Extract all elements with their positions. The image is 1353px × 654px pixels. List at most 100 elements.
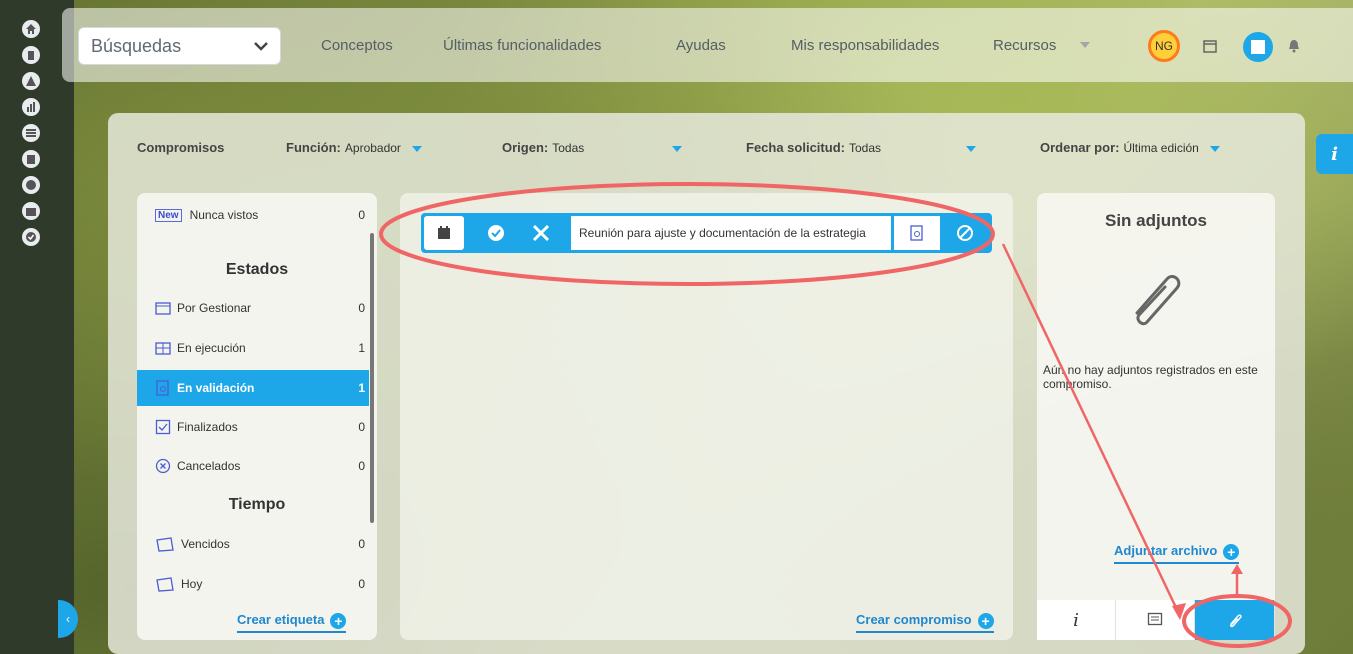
sidebar-item-label: Vencidos — [181, 537, 230, 551]
ordenar-value: Última edición — [1123, 141, 1199, 155]
calendar-icon[interactable] — [424, 216, 464, 250]
sidebar-item-count: 0 — [358, 577, 365, 591]
sidebar-item-label: Nunca vistos — [189, 208, 259, 222]
fecha-filter[interactable]: Fecha solicitud: Todas — [746, 140, 881, 155]
calendar-icon[interactable] — [1203, 39, 1217, 53]
avatar[interactable]: NG — [1148, 30, 1180, 62]
sidebar-item-finalizados[interactable]: Finalizados 0 — [155, 417, 365, 437]
commitments-list — [400, 193, 1013, 640]
sidebar-item-label: En validación — [177, 381, 255, 395]
caret-down-icon — [1209, 145, 1220, 152]
ordenar-filter[interactable]: Ordenar por: Última edición — [1040, 140, 1220, 155]
caret-down-icon — [411, 145, 422, 152]
pyramid-icon[interactable] — [22, 72, 40, 90]
paperclip-icon — [1229, 614, 1242, 628]
sidebar-item-nunca-vistos[interactable]: New Nunca vistos 0 — [155, 205, 365, 225]
map-icon[interactable] — [1242, 31, 1274, 63]
filters-sidebar: New Nunca vistos 0 Estados Por Gestionar… — [137, 193, 377, 640]
sidebar-item-count: 1 — [358, 341, 365, 355]
new-badge: New — [155, 208, 182, 222]
document-search-icon — [155, 380, 171, 396]
plus-icon: + — [1223, 543, 1240, 560]
sidebar-item-count: 1 — [358, 381, 365, 395]
calendar-grid-icon — [155, 340, 171, 356]
chart-icon[interactable] — [22, 98, 40, 116]
nav-recursos[interactable]: Recursos — [993, 37, 1056, 54]
nav-conceptos[interactable]: Conceptos — [321, 37, 393, 54]
task-title[interactable]: Reunión para ajuste y documentación de l… — [571, 216, 891, 250]
info-icon: i — [1073, 609, 1079, 631]
caret-down-icon[interactable] — [966, 146, 976, 152]
plus-icon: + — [977, 612, 994, 629]
paperclip-icon — [1135, 274, 1181, 326]
tab-info[interactable]: i — [1037, 600, 1116, 640]
nav-ayudas[interactable]: Ayudas — [676, 37, 726, 54]
sidebar-item-hoy[interactable]: Hoy 0 — [155, 574, 365, 594]
caret-down-icon[interactable] — [672, 146, 682, 152]
check-icon[interactable] — [22, 228, 40, 246]
crear-etiqueta-label: Crear etiqueta — [237, 612, 325, 627]
attachments-title: Sin adjuntos — [1105, 211, 1207, 230]
sidebar-item-label: En ejecución — [177, 341, 246, 355]
calendar-page-icon — [155, 576, 175, 592]
sidebar-item-count: 0 — [358, 459, 365, 473]
cancel-circle-icon — [155, 458, 171, 474]
sidebar-item-count: 0 — [358, 420, 365, 434]
bell-icon[interactable] — [1288, 39, 1300, 53]
clock-icon[interactable] — [22, 176, 40, 194]
sidebar-item-por-gestionar[interactable]: Por Gestionar 0 — [155, 298, 365, 318]
sidebar-item-label: Cancelados — [177, 459, 241, 473]
info-tab[interactable]: i — [1316, 134, 1353, 174]
funcion-value: Aprobador — [344, 141, 401, 155]
reject-x-icon[interactable] — [521, 216, 561, 250]
sidebar-item-count: 0 — [358, 208, 365, 222]
tab-attachments[interactable] — [1195, 600, 1275, 640]
collapse-sidebar-button[interactable]: ‹ — [58, 600, 78, 638]
calendar-icon[interactable] — [22, 202, 40, 220]
estados-heading: Estados — [225, 261, 289, 278]
chevron-down-icon — [254, 42, 268, 51]
nav-ultimas-funcionalidades[interactable]: Últimas funcionalidades — [443, 37, 601, 54]
sidebar-item-vencidos[interactable]: Vencidos 0 — [155, 534, 365, 554]
sidebar-scrollbar[interactable] — [370, 233, 374, 523]
left-rail — [0, 0, 74, 654]
calendar-page-icon — [155, 536, 175, 552]
attachments-empty-text: Aún no hay adjuntos registrados en este … — [1043, 363, 1258, 391]
document-search-icon[interactable] — [894, 216, 940, 250]
origen-value: Todas — [552, 141, 585, 155]
tiempo-heading: Tiempo — [228, 496, 286, 513]
process-icon[interactable] — [22, 124, 40, 142]
right-panel-tabs: i — [1037, 600, 1275, 640]
section-title: Compromisos — [137, 140, 225, 155]
tab-comments[interactable] — [1116, 600, 1195, 640]
fecha-value: Todas — [848, 141, 881, 155]
plus-icon: + — [330, 612, 347, 629]
tower-icon[interactable] — [22, 46, 40, 64]
documents-icon[interactable] — [22, 150, 40, 168]
attachments-panel: Sin adjuntos Aún no hay adjuntos registr… — [1037, 193, 1275, 640]
sidebar-item-en-ejecucion[interactable]: En ejecución 1 — [155, 338, 365, 358]
crear-etiqueta-button[interactable]: Crear etiqueta + — [237, 612, 347, 633]
origen-filter[interactable]: Origen: Todas — [502, 140, 584, 155]
task-row[interactable]: Reunión para ajuste y documentación de l… — [421, 213, 992, 253]
adjuntar-archivo-button[interactable]: Adjuntar archivo + — [1114, 543, 1240, 564]
sidebar-item-cancelados[interactable]: Cancelados 0 — [155, 456, 365, 476]
crear-compromiso-button[interactable]: Crear compromiso + — [856, 612, 994, 633]
funcion-filter[interactable]: Función: Aprobador — [286, 140, 422, 155]
sidebar-item-label: Finalizados — [177, 420, 238, 434]
nav-mis-responsabilidades[interactable]: Mis responsabilidades — [791, 37, 939, 54]
sidebar-item-count: 0 — [358, 301, 365, 315]
adjuntar-archivo-label: Adjuntar archivo — [1114, 543, 1218, 558]
search-select[interactable]: Búsquedas — [78, 27, 281, 65]
sidebar-item-en-validacion[interactable]: En validación 1 — [155, 378, 365, 398]
sidebar-item-label: Hoy — [181, 577, 203, 591]
checkbox-icon — [155, 419, 171, 435]
cancel-circle-icon[interactable] — [945, 216, 985, 250]
approve-check-icon[interactable] — [476, 216, 516, 250]
crear-compromiso-label: Crear compromiso — [856, 612, 972, 627]
sidebar-item-count: 0 — [358, 537, 365, 551]
search-select-value: Búsquedas — [91, 35, 182, 56]
sidebar-item-label: Por Gestionar — [177, 301, 252, 315]
recursos-caret-icon — [1080, 42, 1090, 48]
home-icon[interactable] — [22, 20, 40, 38]
